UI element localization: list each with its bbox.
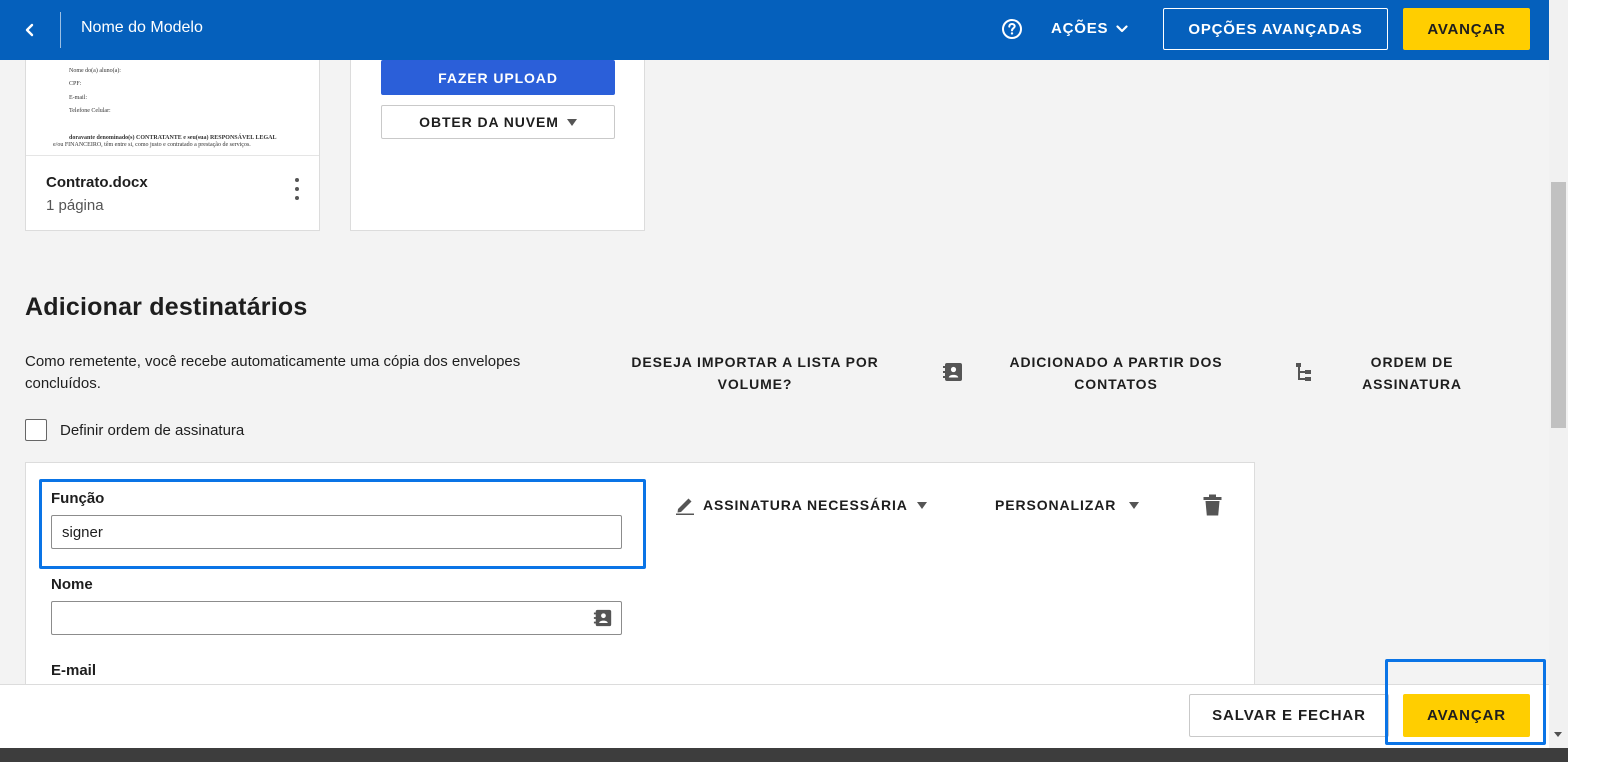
vertical-scrollbar[interactable] (1549, 0, 1568, 748)
document-card[interactable]: Nome do(a) aluno(a): CPF: E-mail: Telefo… (25, 60, 320, 231)
next-button-bottom[interactable]: AVANÇAR (1403, 694, 1530, 737)
name-label: Nome (51, 576, 93, 593)
back-button[interactable] (14, 14, 46, 46)
signing-order-checkbox[interactable] (25, 419, 47, 441)
save-and-close-button[interactable]: SALVAR E FECHAR (1189, 694, 1389, 737)
trash-icon[interactable] (1203, 494, 1222, 516)
top-header: Nome do Modelo AÇÕES OPÇÕES AVANÇADAS AV… (0, 0, 1568, 60)
upload-button[interactable]: FAZER UPLOAD (381, 60, 615, 95)
next-button-top[interactable]: AVANÇAR (1403, 8, 1530, 50)
more-options-icon[interactable] (292, 178, 302, 200)
actions-menu[interactable]: AÇÕES (1051, 20, 1128, 37)
customize-dropdown[interactable]: PERSONALIZAR (995, 497, 1140, 513)
template-name: Nome do Modelo (81, 19, 203, 36)
signing-order-icon[interactable] (1295, 362, 1315, 384)
scroll-down-arrow-icon[interactable] (1554, 732, 1562, 737)
get-from-cloud-label: OBTER DA NUVEM (419, 114, 559, 130)
document-page-count: 1 página (46, 197, 104, 214)
get-from-cloud-button[interactable]: OBTER DA NUVEM (381, 105, 615, 139)
contact-book-icon[interactable] (593, 608, 613, 628)
pen-icon (676, 498, 694, 515)
upload-card: FAZER UPLOAD OBTER DA NUVEM (350, 60, 645, 231)
email-label: E-mail (51, 662, 97, 679)
window-edge (1568, 0, 1600, 762)
caret-down-icon (566, 118, 577, 126)
chevron-left-icon (25, 23, 34, 37)
thumbnail-line: Telefone Celular: (69, 108, 111, 114)
role-label: Função (51, 490, 105, 507)
thumbnail-line: doravante denominado(s) CONTRATANTE e se… (69, 135, 277, 141)
role-input[interactable] (51, 515, 622, 549)
document-name: Contrato.docx (46, 174, 148, 191)
bulk-import-link[interactable]: DESEJA IMPORTAR A LISTA POR VOLUME? (625, 351, 885, 395)
add-from-contacts-link[interactable]: ADICIONADO A PARTIR DOS CONTATOS (1000, 351, 1232, 395)
caret-down-icon (916, 501, 927, 509)
recipient-action-label: ASSINATURA NECESSÁRIA (703, 497, 908, 513)
thumbnail-line: E-mail: (69, 95, 87, 101)
name-input[interactable] (51, 601, 622, 635)
header-divider (60, 12, 61, 48)
section-title: Adicionar destinatários (25, 293, 308, 321)
taskbar-edge (0, 748, 1568, 762)
recipient-action-dropdown[interactable]: ASSINATURA NECESSÁRIA (703, 497, 927, 513)
thumbnail-line: e/ou FINANCEIRO, têm entre si, como just… (53, 142, 251, 148)
signing-order-link[interactable]: ORDEM DE ASSINATURA (1345, 351, 1479, 395)
section-description: Como remetente, você recebe automaticame… (25, 353, 521, 392)
advanced-options-button[interactable]: OPÇÕES AVANÇADAS (1163, 8, 1388, 50)
document-thumbnail: Nome do(a) aluno(a): CPF: E-mail: Telefo… (26, 60, 319, 156)
caret-down-icon (1129, 501, 1140, 509)
thumbnail-line: Nome do(a) aluno(a): (69, 68, 121, 74)
thumbnail-line: CPF: (69, 81, 82, 87)
help-icon[interactable] (1001, 18, 1023, 40)
signing-order-checkbox-label: Definir ordem de assinatura (60, 422, 245, 439)
scrollbar-thumb[interactable] (1551, 182, 1566, 428)
customize-label: PERSONALIZAR (995, 497, 1117, 513)
contact-book-icon[interactable] (942, 361, 964, 383)
actions-label: AÇÕES (1051, 20, 1109, 37)
chevron-down-icon (1116, 24, 1128, 32)
